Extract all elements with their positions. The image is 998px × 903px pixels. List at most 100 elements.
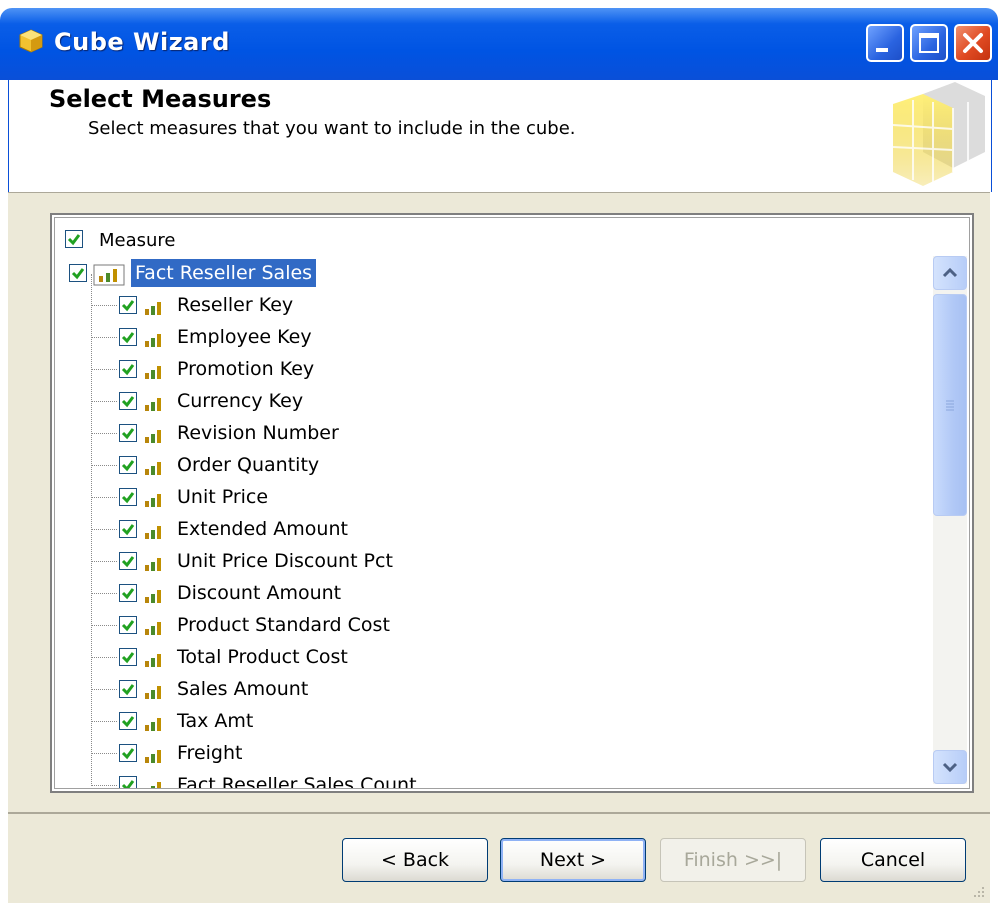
next-button[interactable]: Next >: [500, 838, 646, 882]
measure-icon: [145, 334, 161, 347]
measure-row[interactable]: Unit Price Discount Pct: [55, 546, 915, 578]
close-button[interactable]: [954, 24, 992, 62]
measure-label: Discount Amount: [177, 582, 342, 604]
chevron-down-icon: [942, 762, 958, 773]
tree-connector: [91, 753, 117, 754]
measure-checkbox[interactable]: [119, 616, 137, 634]
tree-connector: [91, 593, 117, 594]
measure-icon: [145, 526, 161, 539]
measure-row[interactable]: Freight: [55, 738, 915, 770]
cube-app-icon: [19, 29, 43, 53]
measure-row[interactable]: Extended Amount: [55, 514, 915, 546]
measure-checkbox[interactable]: [119, 712, 137, 730]
cube-wizard-window: Cube Wizard Select Measures Select measu…: [0, 0, 998, 903]
measure-row[interactable]: Revision Number: [55, 418, 915, 450]
checkmark-icon: [121, 364, 135, 376]
measure-group-icon: [93, 264, 125, 286]
measure-checkbox[interactable]: [119, 744, 137, 762]
measure-icon: [145, 558, 161, 571]
measure-checkbox[interactable]: [119, 680, 137, 698]
checkmark-icon: [121, 652, 135, 664]
checkmark-icon: [71, 268, 85, 280]
measure-icon: [145, 654, 161, 667]
tree-connector: [91, 689, 117, 690]
measure-checkbox[interactable]: [119, 360, 137, 378]
measure-icon: [145, 718, 161, 731]
measure-icon: [151, 782, 161, 788]
checkmark-icon: [121, 684, 135, 696]
measure-label: Employee Key: [177, 326, 312, 348]
measure-icon: [145, 430, 161, 443]
finish-button: Finish >>|: [660, 838, 806, 882]
measure-row[interactable]: Fact Reseller Sales Count: [55, 770, 915, 789]
checkmark-icon: [121, 524, 135, 536]
checkmark-icon: [121, 748, 135, 760]
measure-label: Promotion Key: [177, 358, 315, 380]
checkmark-icon: [121, 780, 135, 788]
measure-checkbox[interactable]: [119, 456, 137, 474]
back-button[interactable]: < Back: [342, 838, 488, 882]
scroll-up-button[interactable]: [933, 256, 967, 290]
measure-row[interactable]: Product Standard Cost: [55, 610, 915, 642]
tree-connector: [91, 721, 117, 722]
measure-label: Extended Amount: [177, 518, 348, 540]
measure-checkbox[interactable]: [119, 584, 137, 602]
checkmark-icon: [121, 588, 135, 600]
measure-checkbox[interactable]: [119, 776, 137, 788]
measure-checkbox[interactable]: [119, 488, 137, 506]
tree-connector: [91, 497, 117, 498]
measure-checkbox[interactable]: [119, 648, 137, 666]
window-title: Cube Wizard: [54, 28, 230, 56]
scroll-down-button[interactable]: [933, 750, 967, 784]
measure-checkbox[interactable]: [119, 424, 137, 442]
maximize-button[interactable]: [910, 24, 948, 62]
page-title: Select Measures: [49, 85, 272, 113]
measures-tree: Fact Reseller Sales Reseller Key Employee…: [55, 258, 929, 788]
title-bar[interactable]: Cube Wizard: [0, 8, 998, 80]
measure-checkbox[interactable]: [119, 520, 137, 538]
measure-row[interactable]: Unit Price: [55, 482, 915, 514]
vertical-scrollbar[interactable]: [933, 256, 967, 784]
measure-row[interactable]: Discount Amount: [55, 578, 915, 610]
checkmark-icon: [121, 556, 135, 568]
minimize-button[interactable]: [866, 24, 904, 62]
measure-label: Tax Amt: [177, 710, 254, 732]
tree-connector: [91, 465, 117, 466]
measure-checkbox[interactable]: [119, 392, 137, 410]
measure-label: Revision Number: [177, 422, 339, 444]
tree-connector: [91, 433, 117, 434]
measure-icon: [145, 622, 161, 635]
tree-connector: [91, 657, 117, 658]
measure-row[interactable]: Order Quantity: [55, 450, 915, 482]
measure-row[interactable]: Reseller Key: [55, 290, 915, 322]
measure-row[interactable]: Sales Amount: [55, 674, 915, 706]
cancel-button[interactable]: Cancel: [820, 838, 966, 882]
measure-row[interactable]: Employee Key: [55, 322, 915, 354]
close-icon: [963, 33, 983, 53]
measure-checkbox[interactable]: [119, 328, 137, 346]
checkmark-icon: [121, 460, 135, 472]
resize-grip-icon[interactable]: [968, 883, 988, 903]
measures-list[interactable]: Measure Fact Reseller Sales Reseller Key…: [50, 213, 974, 793]
measure-icon: [145, 398, 161, 411]
tree-connector: [91, 625, 117, 626]
measure-label: Fact Reseller Sales Count: [177, 774, 417, 789]
root-checkbox[interactable]: [69, 264, 87, 282]
checkmark-icon: [67, 234, 81, 246]
tree-connector: [91, 337, 117, 338]
scrollbar-thumb[interactable]: [933, 294, 967, 516]
measure-row[interactable]: Tax Amt: [55, 706, 915, 738]
measure-icon: [145, 750, 161, 763]
wizard-body: Measure Fact Reseller Sales Reseller Key…: [8, 192, 990, 813]
cube-graphic-icon: [893, 82, 985, 186]
checkmark-icon: [121, 620, 135, 632]
measure-row[interactable]: Total Product Cost: [55, 642, 915, 674]
measure-row[interactable]: Currency Key: [55, 386, 915, 418]
measure-checkbox[interactable]: [119, 552, 137, 570]
measure-checkbox[interactable]: [119, 296, 137, 314]
tree-root-row[interactable]: Fact Reseller Sales: [55, 258, 915, 290]
measure-label: Order Quantity: [177, 454, 320, 476]
measure-header-checkbox[interactable]: [65, 230, 83, 248]
checkmark-icon: [121, 396, 135, 408]
measure-row[interactable]: Promotion Key: [55, 354, 915, 386]
